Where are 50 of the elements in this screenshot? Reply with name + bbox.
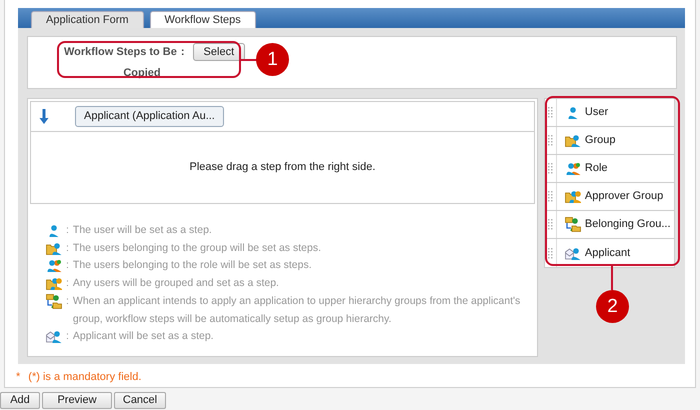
legend-text: Applicant will be set as a step.	[72, 329, 215, 344]
users-icon	[46, 258, 62, 274]
colon: :	[180, 45, 185, 60]
leader-line	[611, 266, 613, 290]
field-label: Copied	[122, 66, 162, 81]
step-button[interactable]: Applicant (Application Au...	[75, 106, 224, 127]
down-arrow-icon	[39, 109, 49, 124]
legend-text: When an applicant intends to apply an application to upper hierarchy groups from the applicant's group, workflow steps will be automatically setup as group hierarchy.	[72, 294, 522, 327]
tab[interactable]: Workflow Steps	[150, 11, 256, 28]
colon: :	[66, 223, 69, 238]
colon: :	[66, 329, 69, 344]
drag-handle-icon[interactable]	[548, 219, 553, 230]
colon: :	[66, 294, 69, 309]
palette-item[interactable]: Role	[544, 155, 674, 183]
leader-line	[241, 59, 257, 61]
mandatory-note: (*) is a mandatory field.	[28, 371, 142, 383]
footer-button[interactable]: Add	[0, 392, 40, 409]
tab[interactable]: Application Form	[31, 11, 144, 28]
palette-item[interactable]: User	[544, 99, 674, 127]
palette-item[interactable]: Approver Group	[544, 183, 674, 211]
colon: :	[66, 276, 69, 292]
required-mark: *	[16, 371, 20, 383]
palette-item[interactable]: Belonging Grou...	[544, 211, 674, 239]
folder-user-icon	[46, 240, 62, 256]
legend-text: The users belonging to the role will be set as steps.	[72, 258, 313, 274]
colon: :	[66, 240, 69, 256]
folder-users-icon	[564, 189, 581, 204]
step-drop-area[interactable]: Applicant (Application Au... Please drag a step from the right side.	[30, 101, 535, 204]
folder-user-icon	[46, 294, 62, 309]
folder-user-icon	[564, 133, 581, 148]
palette-item[interactable]: Group	[544, 127, 674, 155]
select-button[interactable]: Select	[192, 43, 246, 61]
envelope-user-icon	[46, 329, 62, 344]
legend-text: The user will be set as a step.	[72, 223, 213, 238]
footer-button[interactable]: Cancel	[114, 392, 166, 409]
drag-handle-icon[interactable]	[548, 163, 553, 174]
users-icon	[564, 161, 581, 176]
legend-text: The users belonging to the group will be set as steps.	[72, 240, 322, 256]
drag-handle-icon[interactable]	[548, 191, 553, 202]
legend-text: Any users will be grouped and set as a step.	[72, 276, 280, 292]
footer-button[interactable]: Preview	[42, 392, 112, 409]
drag-handle-icon[interactable]	[548, 248, 553, 258]
folder-users-icon	[46, 276, 62, 292]
folder-user-icon	[564, 217, 581, 232]
field-label: Workflow Steps to Be	[64, 45, 177, 60]
drag-handle-icon[interactable]	[548, 135, 553, 146]
drop-hint: Please drag a step from the right side.	[188, 160, 376, 175]
envelope-user-icon	[564, 246, 581, 260]
drag-handle-icon[interactable]	[548, 107, 553, 118]
colon: :	[66, 258, 69, 274]
